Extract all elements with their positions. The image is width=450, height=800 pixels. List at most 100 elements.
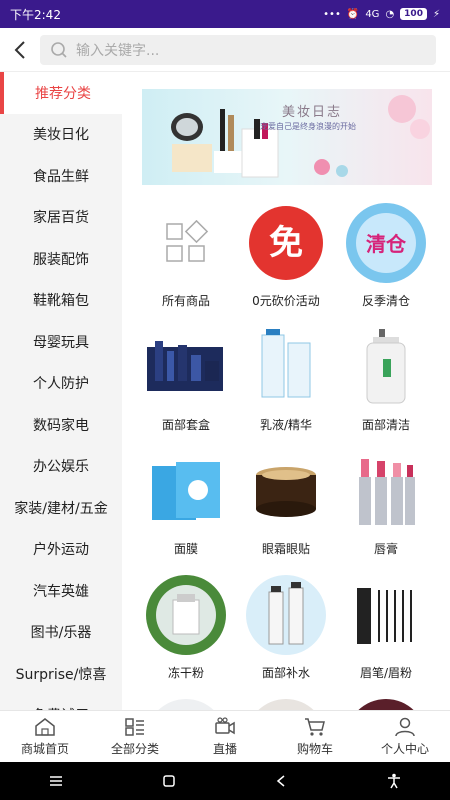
home-button[interactable] <box>149 762 189 800</box>
grid-item-face-set[interactable]: 面部套盒 <box>136 326 236 433</box>
user-icon <box>395 717 415 736</box>
grid-item-eye-cream[interactable]: 眼霜眼贴 <box>236 450 336 557</box>
sidebar-item-home[interactable]: 家居百货 <box>0 197 122 239</box>
grid-item-lipstick[interactable]: 唇膏 <box>336 450 436 557</box>
nav-home[interactable]: 商城首页 <box>0 711 90 762</box>
top-bar: 输入关键字... <box>0 28 450 72</box>
square-home-icon <box>163 775 175 787</box>
sidebar-item-baby-toys[interactable]: 母婴玩具 <box>0 321 122 363</box>
menu-button[interactable] <box>36 762 76 800</box>
search-icon <box>51 41 67 58</box>
grid-item-face-cleansing[interactable]: 面部清洁 <box>336 326 436 433</box>
clearance-badge-icon: 清仓 <box>345 202 427 284</box>
sidebar-item-electronics[interactable]: 数码家电 <box>0 404 122 446</box>
grid-item-all-products[interactable]: 所有商品 <box>136 202 236 309</box>
sidebar-item-free-trial[interactable]: 免费试用 <box>0 695 122 710</box>
nav-label: 商城首页 <box>20 741 69 756</box>
sidebar-item-office[interactable]: 办公娱乐 <box>0 446 122 488</box>
lotion-serum-image <box>245 326 327 408</box>
charging-icon: ⚡ <box>432 8 440 20</box>
clearance-badge-text: 清仓 <box>366 232 407 256</box>
grid-item-freeze-dried-powder[interactable]: 冻干粉 <box>136 574 236 681</box>
chevron-left-icon <box>14 40 25 59</box>
search-placeholder: 输入关键字... <box>76 42 160 59</box>
status-bar: 下午2:42 ••• ⏰ 4G ◔ 100 ⚡ <box>0 0 450 28</box>
system-back-button[interactable] <box>261 762 301 800</box>
sidebar-item-cosmetics[interactable]: 美妆日化 <box>0 114 122 156</box>
accessibility-icon <box>387 773 400 789</box>
grid-item-clearance[interactable]: 清仓 反季清仓 <box>336 202 436 309</box>
sidebar-item-shoes-bags[interactable]: 鞋靴箱包 <box>0 280 122 322</box>
sidebar-item-food[interactable]: 食品生鲜 <box>0 155 122 197</box>
sidebar-item-auto[interactable]: 汽车英雄 <box>0 570 122 612</box>
nav-label: 全部分类 <box>110 741 159 756</box>
nav-label: 直播 <box>212 741 237 756</box>
grid-label: 唇膏 <box>373 542 398 556</box>
grid-label: 面膜 <box>173 542 198 556</box>
all-products-icon <box>145 202 227 284</box>
partial-product-image <box>145 698 227 710</box>
banner-subtitle: 宠爱自己是终身浪漫的开始 <box>260 122 356 131</box>
grid-label: 面部套盒 <box>161 418 210 432</box>
alarm-icon: ⏰ <box>346 8 360 20</box>
home-icon <box>35 717 55 736</box>
sidebar-item-outdoor[interactable]: 户外运动 <box>0 529 122 571</box>
system-nav-bar <box>0 762 450 800</box>
face-hydration-image <box>245 574 327 656</box>
grid-item-face-hydration[interactable]: 面部补水 <box>236 574 336 681</box>
grid-item-mask[interactable]: 面膜 <box>136 450 236 557</box>
sidebar-item-clothing[interactable]: 服装配饰 <box>0 238 122 280</box>
face-set-image <box>145 326 227 408</box>
grid-item-eyebrow-pencil[interactable]: 眉笔/眉粉 <box>336 574 436 681</box>
nav-cart[interactable]: 购物车 <box>270 711 360 762</box>
category-icon <box>125 717 144 736</box>
sidebar-item-surprise[interactable]: Surprise/惊喜 <box>0 653 122 695</box>
grid-item-lotion-serum[interactable]: 乳液/精华 <box>236 326 336 433</box>
bottom-nav: 商城首页 全部分类 直播 购物车 个人中心 <box>0 710 450 762</box>
nav-profile[interactable]: 个人中心 <box>360 711 450 762</box>
video-camera-icon <box>215 716 235 734</box>
face-cleansing-image <box>345 326 427 408</box>
partial-product-image <box>245 698 327 710</box>
grid-item-partial-2[interactable] <box>236 698 336 710</box>
grid-label: 反季清仓 <box>361 294 410 308</box>
free-badge-text: 免 <box>269 223 303 263</box>
nav-live[interactable]: 直播 <box>180 711 270 762</box>
promo-banner[interactable]: 美妆日志 宠爱自己是终身浪漫的开始 <box>142 89 432 185</box>
menu-icon <box>50 776 63 786</box>
grid-item-partial-3[interactable] <box>336 698 436 710</box>
sidebar-item-building[interactable]: 家装/建材/五金 <box>0 487 122 529</box>
search-input[interactable]: 输入关键字... <box>40 34 436 65</box>
grid-label: 眉笔/眉粉 <box>359 666 413 680</box>
cart-icon <box>305 717 325 736</box>
grid-label: 面部清洁 <box>361 418 410 432</box>
category-sidebar: 推荐分类 美妆日化 食品生鲜 家居百货 服装配饰 鞋靴箱包 母婴玩具 个人防护 … <box>0 72 122 710</box>
signal-label: 4G <box>365 8 380 20</box>
back-button[interactable] <box>0 28 40 72</box>
more-dots-icon: ••• <box>323 8 341 20</box>
partial-product-image <box>345 698 427 710</box>
grid-item-zero-bargain[interactable]: 免 0元砍价活动 <box>236 202 336 309</box>
sidebar-item-recommended[interactable]: 推荐分类 <box>0 72 122 114</box>
banner-title: 美妆日志 <box>282 105 343 120</box>
lipstick-image <box>345 450 427 532</box>
grid-label: 所有商品 <box>161 294 210 308</box>
sidebar-item-protection[interactable]: 个人防护 <box>0 363 122 405</box>
grid-label: 面部补水 <box>261 666 310 680</box>
eye-cream-image <box>245 450 327 532</box>
accessibility-button[interactable] <box>374 762 414 800</box>
mask-image <box>145 450 227 532</box>
grid-label: 乳液/精华 <box>259 418 313 432</box>
grid-label: 0元砍价活动 <box>252 294 320 308</box>
back-triangle-icon <box>277 775 285 787</box>
nav-label: 购物车 <box>296 741 333 756</box>
nav-label: 个人中心 <box>380 741 429 756</box>
nav-categories[interactable]: 全部分类 <box>90 711 180 762</box>
battery-icon: 100 <box>400 8 427 20</box>
eyebrow-pencil-image <box>345 574 427 656</box>
wifi-icon: ◔ <box>385 8 395 20</box>
grid-item-partial-1[interactable] <box>136 698 236 710</box>
status-time: 下午2:42 <box>10 7 61 22</box>
sidebar-item-books[interactable]: 图书/乐器 <box>0 612 122 654</box>
grid-label: 眼霜眼贴 <box>261 542 310 556</box>
